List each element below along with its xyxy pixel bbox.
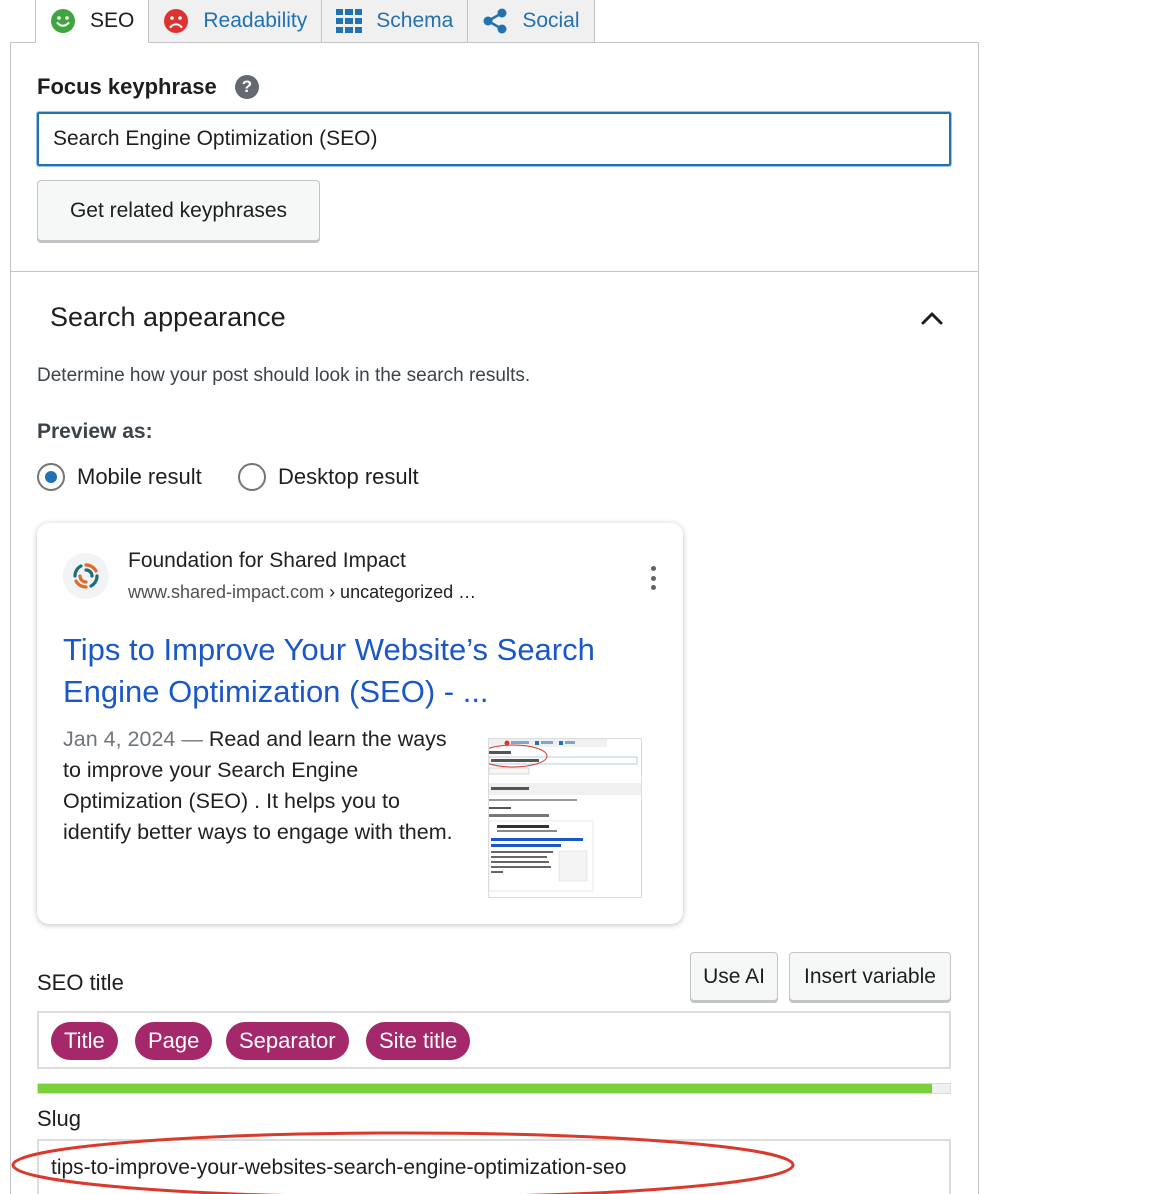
focus-keyphrase-input[interactable]: Search Engine Optimization (SEO): [37, 112, 951, 166]
grid-icon: [336, 8, 363, 34]
slug-label: Slug: [37, 1106, 82, 1131]
snippet-date: Jan 4, 2024: [63, 727, 176, 751]
search-appearance-description: Determine how your post should look in t…: [37, 365, 531, 386]
focus-keyphrase-label: Focus keyphrase: [37, 74, 217, 99]
search-appearance-heading[interactable]: Search appearance: [50, 302, 286, 333]
preview-as-label: Preview as:: [37, 420, 153, 443]
insert-variable-button[interactable]: Insert variable: [789, 952, 951, 1001]
variable-pill-title[interactable]: Title: [51, 1022, 118, 1060]
site-favicon-icon: [63, 553, 109, 599]
mobile-result-radio[interactable]: Mobile result: [37, 463, 202, 491]
snippet-thumbnail-image: [488, 738, 642, 898]
variable-pill-separator[interactable]: Separator: [226, 1022, 349, 1060]
smiley-icon: [50, 8, 76, 34]
section-divider: [10, 271, 979, 272]
share-icon: [482, 8, 508, 34]
snippet-breadcrumb: › uncategorized …: [324, 582, 477, 602]
snippet-domain: www.shared-impact.com: [128, 582, 325, 602]
help-icon[interactable]: ?: [235, 75, 259, 99]
google-snippet-preview: Foundation for Shared Impact www.shared-…: [37, 523, 683, 924]
tab-social-label: Social: [522, 9, 580, 32]
snippet-url: www.shared-impact.com › uncategorized …: [128, 582, 476, 603]
chevron-up-icon[interactable]: [918, 306, 946, 330]
snippet-title-line1: Tips to Improve Your Website’s Search: [63, 632, 595, 667]
seo-title-length-progress: [37, 1083, 951, 1094]
snippet-title[interactable]: Tips to Improve Your Website’s Search En…: [63, 629, 653, 713]
tab-schema[interactable]: Schema: [321, 0, 469, 43]
desktop-result-label: Desktop result: [278, 464, 419, 489]
slug-input[interactable]: tips-to-improve-your-websites-search-eng…: [37, 1139, 951, 1194]
snippet-description: Jan 4, 2024 — Read and learn the ways to…: [63, 724, 453, 848]
metabox-tabs: SEO Readability Schema Social: [35, 0, 595, 43]
get-related-keyphrases-button[interactable]: Get related keyphrases: [37, 180, 320, 241]
variable-pill-site-title[interactable]: Site title: [366, 1022, 471, 1060]
seo-title-editor[interactable]: Title Page Separator Site title: [37, 1011, 951, 1069]
progress-fill: [38, 1084, 932, 1093]
snippet-separator: —: [175, 727, 209, 751]
tab-seo-label: SEO: [90, 9, 135, 32]
use-ai-button[interactable]: Use AI: [690, 952, 778, 1001]
frown-icon: [163, 8, 189, 34]
tab-schema-label: Schema: [376, 9, 454, 32]
tab-readability-label: Readability: [203, 9, 308, 32]
tab-readability[interactable]: Readability: [148, 0, 323, 43]
mobile-radio-button[interactable]: [37, 463, 65, 491]
variable-pill-page[interactable]: Page: [135, 1022, 213, 1060]
tab-social[interactable]: Social: [467, 0, 595, 43]
more-options-icon[interactable]: [648, 566, 658, 590]
mobile-result-label: Mobile result: [77, 464, 202, 489]
seo-title-label: SEO title: [37, 970, 124, 995]
desktop-radio-button[interactable]: [238, 463, 266, 491]
desktop-result-radio[interactable]: Desktop result: [238, 463, 419, 491]
snippet-title-line2: Engine Optimization (SEO) - ...: [63, 674, 489, 709]
tab-seo[interactable]: SEO: [35, 0, 150, 43]
snippet-site-name: Foundation for Shared Impact: [128, 549, 406, 572]
